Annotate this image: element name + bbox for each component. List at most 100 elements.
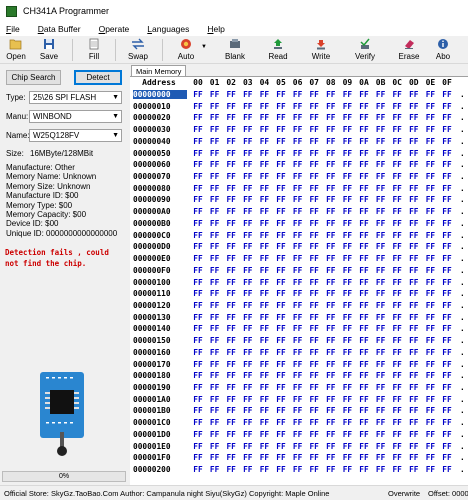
hex-byte-cell[interactable]: FF (406, 336, 422, 345)
row-address[interactable]: 00000190 (133, 383, 187, 392)
hex-byte-cell[interactable]: FF (422, 149, 438, 158)
hex-byte-cell[interactable]: FF (339, 336, 355, 345)
hex-byte-cell[interactable]: FF (373, 113, 389, 122)
hex-byte-cell[interactable]: FF (389, 430, 405, 439)
hex-byte-cell[interactable]: FF (422, 125, 438, 134)
hex-byte-cell[interactable]: FF (339, 113, 355, 122)
hex-byte-cell[interactable]: FF (290, 231, 306, 240)
hex-byte-cell[interactable]: FF (207, 102, 223, 111)
hex-byte-cell[interactable]: FF (273, 149, 289, 158)
hex-byte-cell[interactable]: FF (190, 137, 206, 146)
hex-byte-cell[interactable]: FF (256, 149, 272, 158)
hex-byte-cell[interactable]: FF (339, 137, 355, 146)
hex-byte-cell[interactable]: FF (373, 383, 389, 392)
row-address[interactable]: 00000110 (133, 289, 187, 298)
hex-byte-cell[interactable]: FF (356, 453, 372, 462)
hex-byte-cell[interactable]: FF (240, 278, 256, 287)
hex-byte-cell[interactable]: FF (356, 90, 372, 99)
hex-byte-cell[interactable]: FF (190, 348, 206, 357)
hex-byte-cell[interactable]: FF (273, 430, 289, 439)
hex-byte-cell[interactable]: FF (290, 418, 306, 427)
hex-byte-cell[interactable]: FF (256, 266, 272, 275)
row-address[interactable]: 000001E0 (133, 442, 187, 451)
hex-byte-cell[interactable]: FF (422, 219, 438, 228)
hex-byte-cell[interactable]: FF (290, 195, 306, 204)
hex-byte-cell[interactable]: FF (406, 254, 422, 263)
chip-name-select[interactable]: W25Q128FV ▼ (29, 129, 122, 142)
hex-byte-cell[interactable]: FF (290, 336, 306, 345)
hex-byte-cell[interactable]: FF (240, 453, 256, 462)
hex-byte-cell[interactable]: FF (223, 418, 239, 427)
hex-byte-cell[interactable]: FF (240, 348, 256, 357)
hex-byte-cell[interactable]: FF (373, 430, 389, 439)
hex-byte-cell[interactable]: FF (290, 360, 306, 369)
hex-byte-cell[interactable]: FF (356, 172, 372, 181)
hex-byte-cell[interactable]: FF (190, 383, 206, 392)
hex-byte-cell[interactable]: FF (389, 465, 405, 474)
hex-byte-cell[interactable]: FF (439, 301, 455, 310)
hex-byte-cell[interactable]: FF (323, 172, 339, 181)
hex-byte-cell[interactable]: FF (256, 172, 272, 181)
hex-byte-cell[interactable]: FF (439, 371, 455, 380)
hex-byte-cell[interactable]: FF (190, 160, 206, 169)
hex-byte-cell[interactable]: FF (223, 313, 239, 322)
hex-byte-cell[interactable]: FF (306, 301, 322, 310)
swap-button[interactable]: Swap (120, 36, 156, 64)
hex-byte-cell[interactable]: FF (439, 125, 455, 134)
row-address[interactable]: 000001B0 (133, 406, 187, 415)
row-address[interactable]: 00000200 (133, 465, 187, 474)
hex-byte-cell[interactable]: FF (356, 195, 372, 204)
hex-byte-cell[interactable]: FF (223, 242, 239, 251)
hex-byte-cell[interactable]: FF (273, 360, 289, 369)
hex-byte-cell[interactable]: FF (389, 266, 405, 275)
hex-byte-cell[interactable]: FF (223, 406, 239, 415)
hex-byte-cell[interactable]: FF (356, 406, 372, 415)
hex-byte-cell[interactable]: FF (190, 465, 206, 474)
hex-byte-cell[interactable]: FF (223, 195, 239, 204)
open-button[interactable]: Open (2, 36, 30, 64)
hex-byte-cell[interactable]: FF (373, 149, 389, 158)
hex-byte-cell[interactable]: FF (373, 453, 389, 462)
hex-byte-cell[interactable]: FF (406, 231, 422, 240)
hex-byte-cell[interactable]: FF (439, 160, 455, 169)
hex-byte-cell[interactable]: FF (256, 406, 272, 415)
hex-byte-cell[interactable]: FF (356, 254, 372, 263)
hex-byte-cell[interactable]: FF (207, 360, 223, 369)
hex-byte-cell[interactable]: FF (190, 278, 206, 287)
hex-byte-cell[interactable]: FF (207, 430, 223, 439)
hex-byte-cell[interactable]: FF (306, 348, 322, 357)
auto-button[interactable]: Auto (171, 36, 201, 64)
hex-byte-cell[interactable]: FF (207, 301, 223, 310)
hex-byte-cell[interactable]: FF (323, 254, 339, 263)
hex-byte-cell[interactable]: FF (207, 453, 223, 462)
hex-byte-cell[interactable]: FF (273, 348, 289, 357)
hex-byte-cell[interactable]: FF (290, 406, 306, 415)
hex-byte-cell[interactable]: FF (439, 278, 455, 287)
hex-byte-cell[interactable]: FF (323, 160, 339, 169)
hex-byte-cell[interactable]: FF (223, 301, 239, 310)
hex-byte-cell[interactable]: FF (389, 149, 405, 158)
hex-byte-cell[interactable]: FF (256, 348, 272, 357)
hex-byte-cell[interactable]: FF (306, 137, 322, 146)
manufacturer-select[interactable]: WINBOND ▼ (29, 110, 122, 123)
hex-byte-cell[interactable]: FF (339, 395, 355, 404)
hex-byte-cell[interactable]: FF (207, 336, 223, 345)
hex-byte-cell[interactable]: FF (339, 149, 355, 158)
hex-byte-cell[interactable]: FF (323, 383, 339, 392)
hex-byte-cell[interactable]: FF (356, 383, 372, 392)
hex-byte-cell[interactable]: FF (240, 266, 256, 275)
hex-byte-cell[interactable]: FF (223, 102, 239, 111)
hex-byte-cell[interactable]: FF (290, 278, 306, 287)
hex-byte-cell[interactable]: FF (306, 418, 322, 427)
row-address[interactable]: 00000100 (133, 278, 187, 287)
hex-byte-cell[interactable]: FF (256, 137, 272, 146)
hex-byte-cell[interactable]: FF (356, 418, 372, 427)
hex-byte-cell[interactable]: FF (406, 453, 422, 462)
read-button[interactable]: Read (259, 36, 297, 64)
hex-byte-cell[interactable]: FF (373, 195, 389, 204)
hex-byte-cell[interactable]: FF (373, 406, 389, 415)
row-address[interactable]: 00000060 (133, 160, 187, 169)
hex-byte-cell[interactable]: FF (439, 242, 455, 251)
row-address[interactable]: 00000160 (133, 348, 187, 357)
hex-byte-cell[interactable]: FF (389, 172, 405, 181)
